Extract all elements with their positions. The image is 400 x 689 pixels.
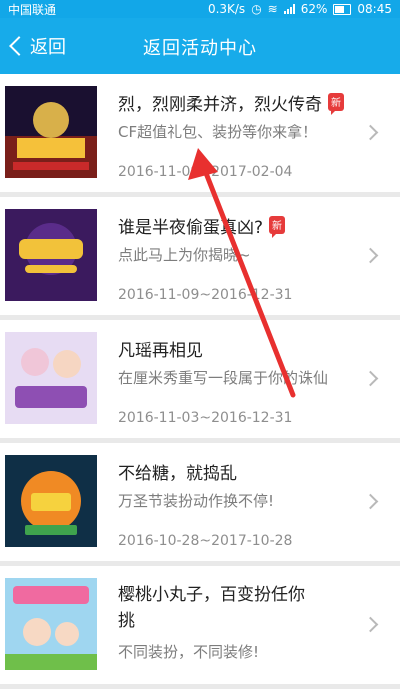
thumbnail-image	[5, 209, 97, 301]
item-title: 樱桃小丸子，百变扮任你挑	[118, 585, 305, 631]
item-description: CF超值礼包、装扮等你来拿！	[118, 123, 318, 141]
item-date: 2016-11-09~2016-12-31	[118, 287, 293, 303]
chevron-right-icon	[362, 616, 379, 633]
network-speed: 0.3K/s	[207, 2, 246, 16]
item-thumbnail	[5, 455, 97, 547]
item-description: 点此马上为你揭晓~	[118, 246, 251, 264]
thumbnail-image	[5, 332, 97, 424]
wifi-icon: ≋	[267, 2, 278, 16]
chevron-right-icon	[362, 124, 379, 141]
item-title: 烈，烈刚柔并济，烈火传奇新	[118, 90, 344, 115]
item-description: 在厘米秀重写一段属于你的诛仙	[118, 369, 329, 387]
item-date: 2016-11-09~2017-02-04	[118, 164, 293, 180]
activity-list: 烈，烈刚柔并济，烈火传奇新 CF超值礼包、装扮等你来拿！ 2016-11-09~…	[0, 74, 400, 689]
list-item[interactable]: 谁是半夜偷蛋真凶? 新 点此马上为你揭晓~ 2016-11-09~2016-12-…	[0, 197, 400, 315]
app-header: 返回 返回活动中心	[0, 18, 400, 74]
thumbnail-image	[5, 455, 97, 547]
item-description: 万圣节装扮动作换不停!	[118, 492, 275, 510]
battery-percent: 62%	[300, 2, 328, 16]
chevron-right-icon	[362, 493, 379, 510]
item-description: 不同装扮，不同装修!	[118, 643, 260, 661]
page-title: 返回活动中心	[143, 38, 257, 59]
clock-time: 08:45	[357, 2, 392, 16]
item-thumbnail	[5, 332, 97, 424]
item-title: 谁是半夜偷蛋真凶? 新	[118, 213, 286, 238]
list-item[interactable]: 烈，烈刚柔并济，烈火传奇新 CF超值礼包、装扮等你来拿！ 2016-11-09~…	[0, 74, 400, 192]
clock-icon: ◷	[251, 2, 262, 16]
signal-icon	[283, 4, 295, 14]
list-item[interactable]: 凡瑶再相见 在厘米秀重写一段属于你的诛仙 2016-11-03~2016-12-…	[0, 320, 400, 438]
item-title: 不给糖，就捣乱	[118, 464, 237, 484]
new-badge: 新	[328, 93, 344, 115]
item-thumbnail	[5, 578, 97, 670]
item-title: 凡瑶再相见	[118, 341, 203, 361]
new-badge: 新	[269, 216, 286, 238]
status-right-group: 0.3K/s ◷ ≋ 62% 08:45	[208, 2, 392, 16]
thumbnail-image	[5, 86, 97, 178]
item-thumbnail	[5, 209, 97, 301]
list-item[interactable]: 不给糖，就捣乱 万圣节装扮动作换不停! 2016-10-28~2017-10-2…	[0, 443, 400, 561]
list-item[interactable]: 樱桃小丸子，百变扮任你挑 不同装扮，不同装修!	[0, 566, 400, 684]
carrier-label: 中国联通	[8, 2, 57, 17]
thumbnail-image	[5, 578, 97, 670]
status-bar: 中国联通 0.3K/s ◷ ≋ 62% 08:45	[0, 0, 400, 18]
chevron-right-icon	[362, 247, 379, 264]
battery-icon	[333, 3, 352, 15]
item-thumbnail	[5, 86, 97, 178]
chevron-right-icon	[362, 370, 379, 387]
item-date: 2016-11-03~2016-12-31	[118, 410, 293, 426]
item-date: 2016-10-28~2017-10-28	[118, 533, 293, 549]
